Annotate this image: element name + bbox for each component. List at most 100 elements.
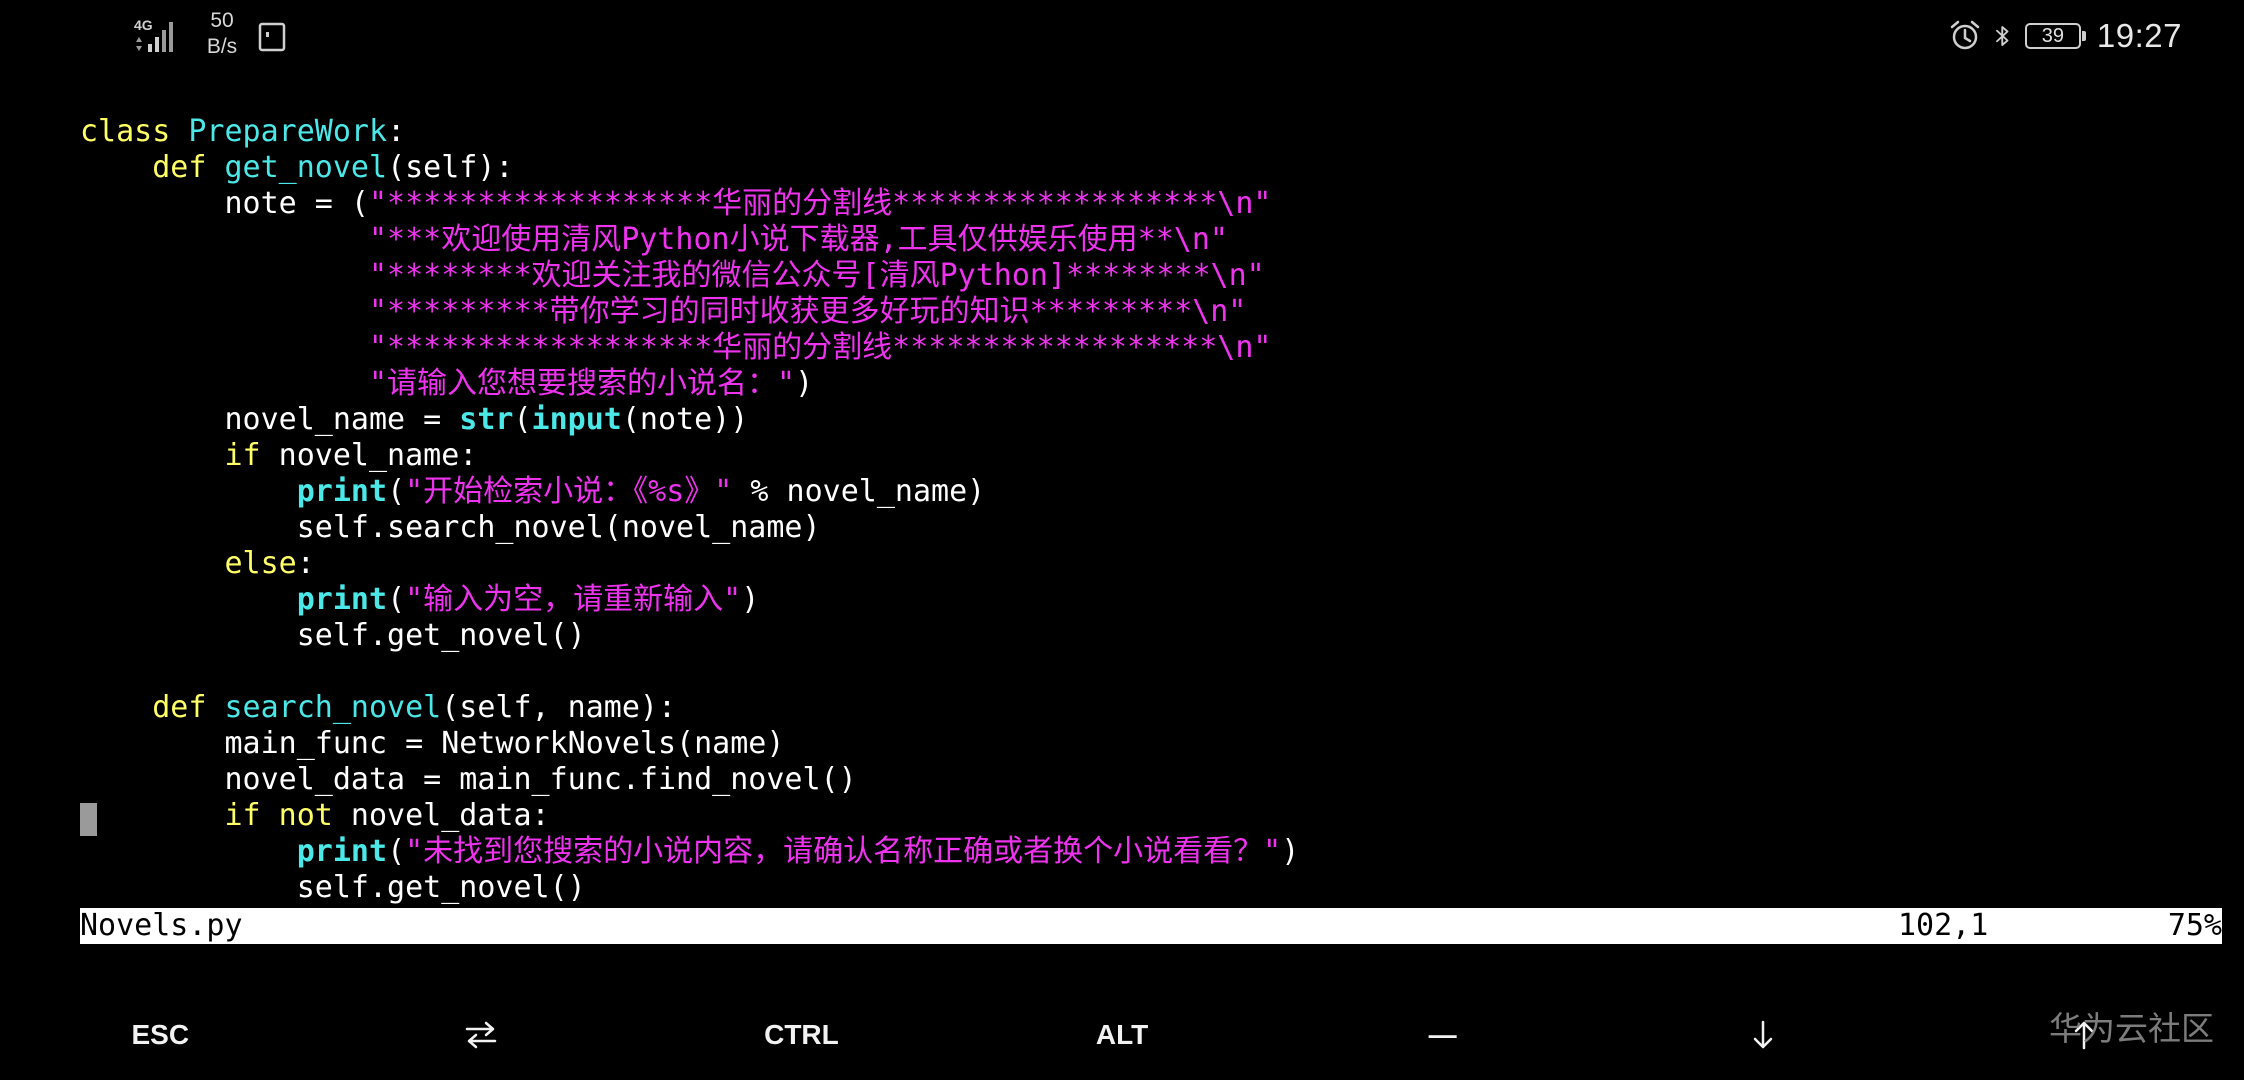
code-line: if novel_name: [80,438,2222,474]
arrow-down-key[interactable] [1603,990,1924,1080]
terminal-buffer[interactable]: class PrepareWork: def get_novel(self): … [80,114,2222,906]
code-token: "***欢迎使用清风Python小说下载器,工具仅供娱乐使用**\n" [368,222,1228,257]
code-token: class [80,114,189,149]
code-token: print [296,474,388,509]
code-token: self.get_novel() [80,618,586,653]
code-line: print("输入为空，请重新输入") [80,582,2222,618]
clock: 19:27 [2096,17,2182,54]
code-line: main_func = NetworkNovels(name) [80,726,2222,762]
statusline-cursor-position: 102,1 [1898,908,1989,943]
network-type: 4G [134,17,153,33]
code-line: def get_novel(self): [80,150,2222,186]
network-speed-value: 50 [210,9,234,32]
code-line: "********欢迎关注我的微信公众号[清风Python]********\n… [80,258,2222,294]
code-token: (note)) [621,402,749,437]
code-token: "请输入您想要搜索的小说名：" [368,366,796,401]
code-token: str [459,402,514,437]
code-token: novel_data = main_func.find_novel() [80,762,857,797]
battery-level: 39 [2041,25,2065,47]
code-token: ( [387,474,406,509]
code-token: "*********带你学习的同时收获更多好玩的知识*********\n" [368,294,1247,329]
statusline-filename: Novels.py [80,908,243,943]
code-token: : [387,114,406,149]
code-token: get_novel [224,150,388,185]
code-token: "******************华丽的分割线***************… [368,330,1272,365]
code-token: else [224,546,297,581]
code-token: if [224,438,261,473]
bluetooth-icon [1995,26,2009,46]
code-line: def search_novel(self, name): [80,690,2222,726]
vim-statusline: Novels.py 102,1 75% [80,908,2222,944]
code-token: novel_name = [80,402,460,437]
code-line: self.get_novel() [80,618,2222,654]
code-token: search_novel [224,690,442,725]
code-token: PrepareWork [188,114,388,149]
statusline-scroll-percent: 75% [2167,908,2222,943]
extra-keys-bar: ESC CTRL ALT — [0,990,2244,1080]
code-line: novel_name = str(input(note)) [80,402,2222,438]
code-token: ) [1281,834,1300,869]
code-token: "******************华丽的分割线***************… [368,186,1272,221]
code-token: "未找到您搜索的小说内容，请确认名称正确或者换个小说看看？" [405,834,1282,869]
code-token: self.search_novel(novel_name) [80,510,821,545]
esc-key-label: ESC [131,1019,190,1050]
text-cursor [80,803,97,836]
code-line: note = ("******************华丽的分割线*******… [80,186,2222,222]
code-token: note = ( [80,186,369,221]
watermark: 华为云社区 [2049,1009,2214,1048]
esc-key[interactable]: ESC [0,990,321,1080]
code-token: def [152,150,225,185]
code-line: self.search_novel(novel_name) [80,510,2222,546]
code-line: self.get_novel() [80,870,2222,906]
code-line: print("未找到您搜索的小说内容，请确认名称正确或者换个小说看看？") [80,834,2222,870]
alt-key-label: ALT [1095,1019,1149,1050]
code-line: print("开始检索小说：《%s》" % novel_name) [80,474,2222,510]
code-token: print [296,834,388,869]
status-bar-right: 39 19:27 [1949,16,2182,56]
code-line: "******************华丽的分割线***************… [80,330,2222,366]
status-bar: 4G 50 B/s 39 19:27 [0,0,2244,70]
code-token: "********欢迎关注我的微信公众号[清风Python]********\n… [368,258,1265,293]
tab-key[interactable] [321,990,642,1080]
code-token: % novel_name) [732,474,986,509]
code-token: (self): [387,150,514,185]
code-token: novel_name: [260,438,478,473]
swap-arrows-icon [465,1021,497,1049]
code-line: class PrepareWork: [80,114,2222,150]
code-token: : [296,546,315,581]
code-token: main_func = NetworkNovels(name) [80,726,785,761]
code-token: print [296,582,388,617]
network-speed-unit: B/s [206,35,238,58]
code-token: def [152,690,225,725]
signal-icon: 4G [134,17,173,52]
code-token: ( [513,402,532,437]
dash-key-label: — [1428,1019,1457,1050]
code-line: else: [80,546,2222,582]
dash-key[interactable]: — [1282,990,1603,1080]
network-speed: 50 B/s [200,8,244,60]
alt-key[interactable]: ALT [962,990,1283,1080]
code-line: "请输入您想要搜索的小说名：") [80,366,2222,402]
code-token: ) [741,582,760,617]
code-line: "*********带你学习的同时收获更多好玩的知识*********\n" [80,294,2222,330]
code-token: "输入为空，请重新输入" [405,582,742,617]
code-token: ) [795,366,814,401]
screen-record-icon [258,22,286,52]
alarm-icon [1950,20,1980,50]
code-token: (self, name): [441,690,677,725]
ctrl-key[interactable]: CTRL [641,990,962,1080]
code-token: input [531,402,622,437]
